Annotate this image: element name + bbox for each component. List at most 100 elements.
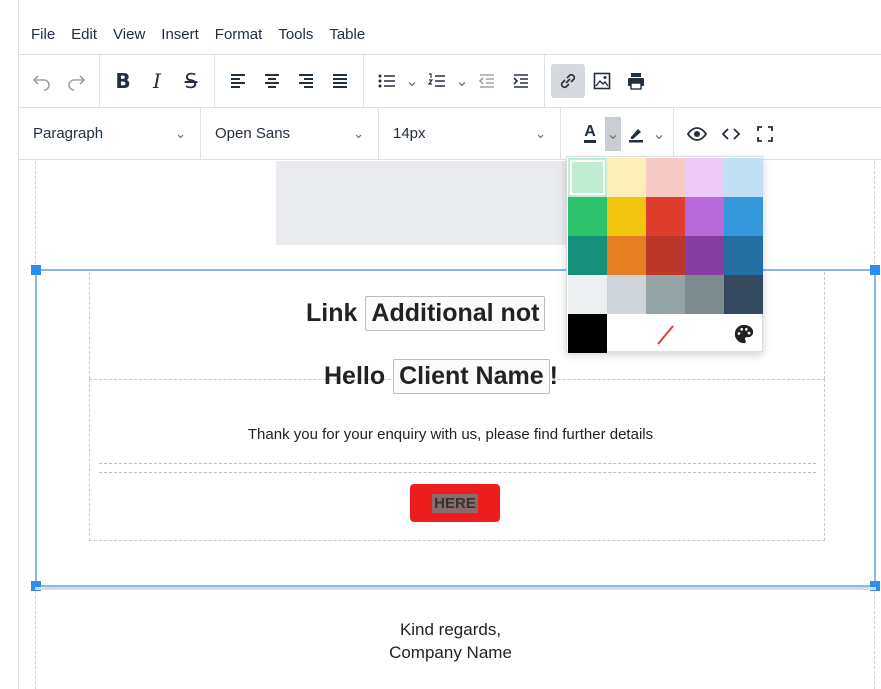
color-swatch[interactable]: [646, 197, 685, 236]
align-left-button[interactable]: [221, 64, 255, 98]
color-swatch[interactable]: [685, 158, 724, 197]
highlight-color-chevron[interactable]: ⌄: [651, 117, 667, 151]
numbered-list-button[interactable]: [420, 64, 454, 98]
print-icon: [628, 73, 644, 90]
view-group: [674, 108, 788, 159]
image-icon: [593, 72, 611, 90]
link-heading: Link Additional not: [306, 296, 546, 331]
menu-edit[interactable]: Edit: [71, 26, 97, 43]
outdent-icon: [478, 74, 494, 88]
here-button[interactable]: HERE: [410, 484, 500, 522]
menu-view[interactable]: View: [113, 26, 145, 43]
justify-icon: [333, 74, 347, 88]
color-swatch[interactable]: [724, 236, 763, 275]
color-swatch[interactable]: [568, 314, 607, 353]
print-button[interactable]: [619, 64, 653, 98]
numbered-list-chevron[interactable]: ⌄: [454, 64, 470, 98]
color-swatch[interactable]: [568, 197, 607, 236]
color-swatch[interactable]: [685, 236, 724, 275]
merge-field-additional-notes[interactable]: Additional not: [365, 296, 546, 331]
indent-button[interactable]: [504, 64, 538, 98]
menu-file[interactable]: File: [31, 26, 55, 43]
bold-button[interactable]: B: [106, 64, 140, 98]
undo-button[interactable]: [25, 64, 59, 98]
fullscreen-button[interactable]: [748, 117, 782, 151]
italic-button[interactable]: I: [140, 64, 174, 98]
bullet-list-chevron[interactable]: ⌄: [404, 64, 420, 98]
font-size-select[interactable]: 14px ⌄: [379, 108, 561, 159]
palette-icon[interactable]: [724, 314, 763, 353]
menubar: File Edit View Insert Format Tools Table: [19, 14, 881, 54]
align-left-icon: [231, 74, 245, 88]
link-label: Link: [306, 299, 358, 327]
highlighter-icon: [629, 128, 643, 142]
section-guide: [89, 272, 90, 379]
font-family-select[interactable]: Open Sans ⌄: [201, 108, 379, 159]
color-swatch[interactable]: [607, 236, 646, 275]
remove-color-icon[interactable]: [646, 314, 685, 353]
hello-label: Hello: [324, 362, 386, 390]
header-image-placeholder[interactable]: [276, 161, 586, 245]
merge-field-client-name[interactable]: Client Name: [393, 359, 550, 394]
company-name: Company Name: [389, 643, 512, 662]
text-color-chevron[interactable]: ⌄: [605, 116, 621, 151]
color-swatch[interactable]: [685, 197, 724, 236]
resize-handle[interactable]: [31, 265, 41, 275]
format-group: B I S: [100, 55, 215, 107]
color-swatch[interactable]: [607, 275, 646, 314]
block-format-select[interactable]: Paragraph ⌄: [19, 108, 201, 159]
font-size-value: 14px: [393, 125, 426, 142]
menu-insert[interactable]: Insert: [161, 26, 199, 43]
section-divider: [35, 587, 876, 590]
color-swatch[interactable]: [646, 158, 685, 197]
color-swatch[interactable]: [646, 275, 685, 314]
justify-button[interactable]: [323, 64, 357, 98]
source-code-button[interactable]: [714, 117, 748, 151]
italic-icon: I: [153, 69, 161, 93]
history-group: [19, 55, 100, 107]
insert-group: [545, 55, 659, 107]
color-swatch[interactable]: [724, 275, 763, 314]
color-swatch[interactable]: [568, 236, 607, 275]
bold-icon: B: [115, 69, 131, 93]
fullscreen-icon: [757, 125, 773, 142]
color-swatch[interactable]: [724, 158, 763, 197]
link-button[interactable]: [551, 64, 585, 98]
list-group: ⌄ ⌄: [364, 55, 545, 107]
highlight-color-button[interactable]: [621, 117, 651, 151]
resize-handle[interactable]: [870, 265, 880, 275]
menu-format[interactable]: Format: [215, 26, 263, 43]
preview-button[interactable]: [680, 117, 714, 151]
color-swatch[interactable]: [685, 275, 724, 314]
link-icon: [560, 73, 576, 89]
strikethrough-button[interactable]: S: [174, 64, 208, 98]
color-swatch[interactable]: [568, 275, 607, 314]
align-right-button[interactable]: [289, 64, 323, 98]
align-center-button[interactable]: [255, 64, 289, 98]
redo-button[interactable]: [59, 64, 93, 98]
color-swatch[interactable]: [607, 158, 646, 197]
chevron-down-icon: ⌄: [455, 73, 469, 90]
color-swatch[interactable]: [724, 197, 763, 236]
color-swatch[interactable]: [646, 236, 685, 275]
toolbar-row-1: B I S ⌄ ⌄: [19, 54, 881, 107]
chevron-down-icon: ⌄: [606, 125, 620, 143]
greeting-heading: Hello Client Name !: [324, 359, 558, 394]
chevron-down-icon: ⌄: [652, 125, 666, 143]
numbered-list-icon: [427, 73, 445, 87]
outdent-button[interactable]: [470, 64, 504, 98]
color-group: A ⌄ ⌄: [561, 108, 674, 159]
toolbar-row-2: Paragraph ⌄ Open Sans ⌄ 14px ⌄ A ⌄ ⌄: [19, 107, 881, 160]
chevron-down-icon: ⌄: [353, 125, 364, 141]
menu-tools[interactable]: Tools: [278, 26, 313, 43]
menu-table[interactable]: Table: [329, 26, 365, 43]
color-swatch[interactable]: [568, 158, 607, 197]
image-button[interactable]: [585, 64, 619, 98]
color-swatch[interactable]: [607, 197, 646, 236]
text-color-button[interactable]: A: [575, 117, 605, 151]
align-center-icon: [265, 74, 279, 88]
divider-row: [99, 463, 816, 473]
bullet-list-button[interactable]: [370, 64, 404, 98]
font-family-value: Open Sans: [215, 125, 291, 142]
eye-icon: [687, 126, 707, 141]
